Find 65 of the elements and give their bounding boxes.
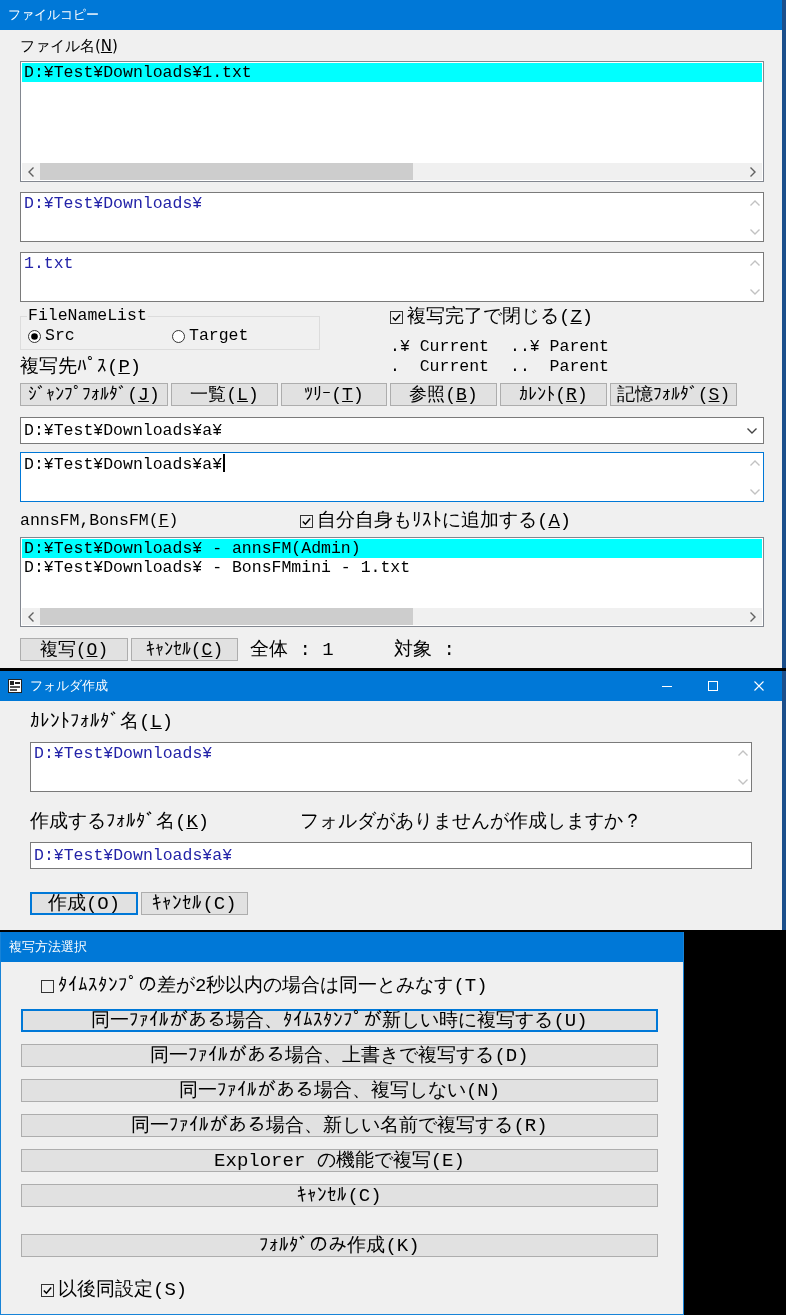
checkbox-icon[interactable] bbox=[41, 1283, 54, 1297]
window-title: 複写方法選択 bbox=[9, 938, 87, 956]
status-text: 対象 : bbox=[394, 638, 455, 661]
copy-option-button[interactable]: 同一ﾌｧｲﾙがある場合、ﾀｲﾑｽﾀﾝﾌﾟが新しい時に複写する(U) bbox=[21, 1009, 658, 1032]
copy-option-button[interactable]: 同一ﾌｧｲﾙがある場合、複写しない(N) bbox=[21, 1079, 658, 1102]
copy-option-button[interactable]: ｷｬﾝｾﾙ(C) bbox=[21, 1184, 658, 1207]
dialog-button[interactable]: ｷｬﾝｾﾙ(C) bbox=[141, 892, 248, 915]
radio-button[interactable]: Target bbox=[172, 325, 249, 347]
horizontal-scrollbar[interactable] bbox=[22, 163, 762, 180]
dialog-button[interactable]: 作成(O) bbox=[30, 892, 138, 915]
list-item[interactable]: D:¥Test¥Downloads¥1.txt bbox=[22, 63, 762, 82]
window-title: ファイルコピー bbox=[8, 6, 99, 24]
field-label: 複写先ﾊﾟｽ(P) bbox=[20, 356, 142, 378]
copy-option-button[interactable]: Explorer の機能で複写(E) bbox=[21, 1149, 658, 1172]
radio-icon[interactable] bbox=[172, 329, 185, 343]
checkbox-icon[interactable] bbox=[390, 310, 403, 324]
text-cursor-icon bbox=[223, 454, 226, 472]
scroll-right-icon[interactable] bbox=[750, 166, 756, 177]
dropdown-chevron-icon[interactable] bbox=[747, 427, 757, 434]
field-label: ファイル名(N) bbox=[20, 37, 118, 56]
field-label: annsFM,BonsFM(F) bbox=[20, 510, 179, 532]
field-label: ｶﾚﾝﾄﾌｫﾙﾀﾞ名(L) bbox=[30, 711, 174, 733]
scrollbar-thumb[interactable] bbox=[40, 163, 414, 180]
copy-option-button[interactable]: 同一ﾌｧｲﾙがある場合、新しい名前で複写する(R) bbox=[21, 1114, 658, 1137]
file-manager-list[interactable]: D:¥Test¥Downloads¥ - annsFM(Admin) D:¥Test¥Downloads¥ - BonsFMmini - 1.txt bbox=[20, 537, 764, 627]
path-button[interactable]: 参照(B) bbox=[390, 383, 497, 406]
copy-option-button[interactable]: ﾌｫﾙﾀﾞのみ作成(K) bbox=[21, 1234, 658, 1257]
path-button[interactable]: 記憶ﾌｫﾙﾀﾞ(S) bbox=[610, 383, 737, 406]
maximize-icon[interactable] bbox=[708, 681, 718, 691]
status-text: 全体 : 1 bbox=[250, 638, 334, 661]
window-title: フォルダ作成 bbox=[30, 677, 108, 695]
copy-option-button[interactable]: 同一ﾌｧｲﾙがある場合、上書きで複写する(D) bbox=[21, 1044, 658, 1067]
path-field[interactable]: D:¥Test¥Downloads¥a¥ bbox=[30, 842, 752, 869]
path-combo-box[interactable]: D:¥Test¥Downloads¥a¥ bbox=[20, 417, 764, 444]
path-hint: .¥ Current bbox=[390, 337, 490, 357]
path-button[interactable]: ﾂﾘｰ(T) bbox=[281, 383, 387, 406]
dialog-button[interactable]: ｷｬﾝｾﾙ(C) bbox=[131, 638, 238, 661]
message-text: フォルダがありませんが作成しますか？ bbox=[300, 811, 642, 833]
checkbox-icon[interactable] bbox=[300, 514, 313, 528]
scrollbar-thumb[interactable] bbox=[40, 608, 414, 625]
scroll-left-icon[interactable] bbox=[28, 166, 34, 177]
list-item[interactable]: D:¥Test¥Downloads¥ - BonsFMmini - 1.txt bbox=[22, 558, 762, 577]
close-icon[interactable] bbox=[754, 681, 764, 691]
field-label: 作成するﾌｫﾙﾀﾞ名(K) bbox=[30, 811, 210, 833]
path-button[interactable]: ｶﾚﾝﾄ(R) bbox=[500, 383, 607, 406]
list-item[interactable]: D:¥Test¥Downloads¥ - annsFM(Admin) bbox=[22, 539, 762, 558]
checkbox[interactable]: 複写完了で閉じる(Z) bbox=[390, 306, 594, 328]
scroll-left-icon[interactable] bbox=[28, 611, 34, 622]
checkbox[interactable]: 自分自身もﾘｽﾄに追加する(A) bbox=[300, 510, 572, 532]
file-list[interactable]: D:¥Test¥Downloads¥1.txt bbox=[20, 61, 764, 182]
path-hint: .. Parent bbox=[510, 357, 610, 377]
path-button[interactable]: ｼﾞｬﾝﾌﾟﾌｫﾙﾀﾞ(J) bbox=[20, 383, 168, 406]
radio-icon[interactable] bbox=[28, 329, 41, 343]
radio-button[interactable]: Src bbox=[28, 325, 75, 347]
checkbox[interactable]: 以後同設定(S) bbox=[41, 1279, 188, 1301]
scroll-right-icon[interactable] bbox=[750, 611, 756, 622]
path-button[interactable]: 一覧(L) bbox=[171, 383, 278, 406]
minimize-icon[interactable] bbox=[662, 685, 672, 687]
dialog-button[interactable]: 複写(O) bbox=[20, 638, 128, 661]
checkbox-icon[interactable] bbox=[41, 979, 54, 993]
path-hint: ..¥ Parent bbox=[510, 337, 610, 357]
checkbox[interactable]: ﾀｲﾑｽﾀﾝﾌﾟの差が2秒以内の場合は同一とみなす(T) bbox=[41, 975, 488, 997]
horizontal-scrollbar[interactable] bbox=[22, 608, 762, 625]
app-icon bbox=[8, 679, 22, 693]
path-hint: . Current bbox=[390, 357, 490, 377]
